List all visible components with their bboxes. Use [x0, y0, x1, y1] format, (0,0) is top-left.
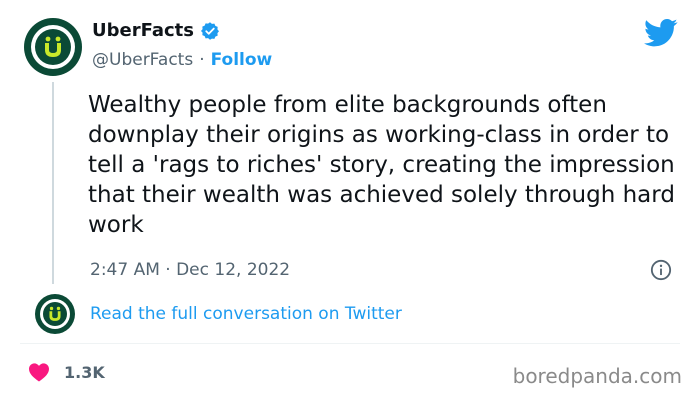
heart-icon[interactable]	[28, 362, 50, 382]
tweet-card: UberFacts @UberFacts · Follow Wealthy pe…	[0, 0, 700, 400]
author-avatar[interactable]	[24, 18, 82, 76]
tweet-timestamp[interactable]: 2:47 AM · Dec 12, 2022	[90, 260, 290, 280]
twitter-bird-icon[interactable]	[644, 18, 678, 48]
author-handle[interactable]: @UberFacts	[92, 50, 193, 70]
avatar-ring	[31, 25, 75, 69]
thread-line	[52, 82, 54, 284]
author-handle-row: @UberFacts · Follow	[92, 50, 272, 70]
avatar-u-logo-icon	[49, 306, 61, 321]
divider	[20, 343, 680, 344]
avatar-u-logo-icon	[45, 36, 61, 57]
author-display-name[interactable]: UberFacts	[92, 20, 194, 41]
likes-row[interactable]: 1.3K	[28, 362, 105, 382]
info-icon[interactable]	[650, 259, 672, 281]
avatar-ring	[40, 299, 70, 329]
handle-separator: ·	[199, 50, 205, 70]
tweet-text: Wealthy people from elite backgrounds of…	[88, 92, 675, 238]
avatar-core	[35, 29, 71, 65]
author-name-row: UberFacts	[92, 20, 220, 41]
source-watermark: boredpanda.com	[512, 364, 682, 388]
avatar-core	[43, 302, 67, 326]
conversation-avatar[interactable]	[35, 294, 75, 334]
read-conversation-link[interactable]: Read the full conversation on Twitter	[90, 304, 402, 324]
follow-button[interactable]: Follow	[211, 50, 273, 70]
verified-badge-icon	[200, 21, 219, 40]
like-count: 1.3K	[64, 362, 105, 382]
